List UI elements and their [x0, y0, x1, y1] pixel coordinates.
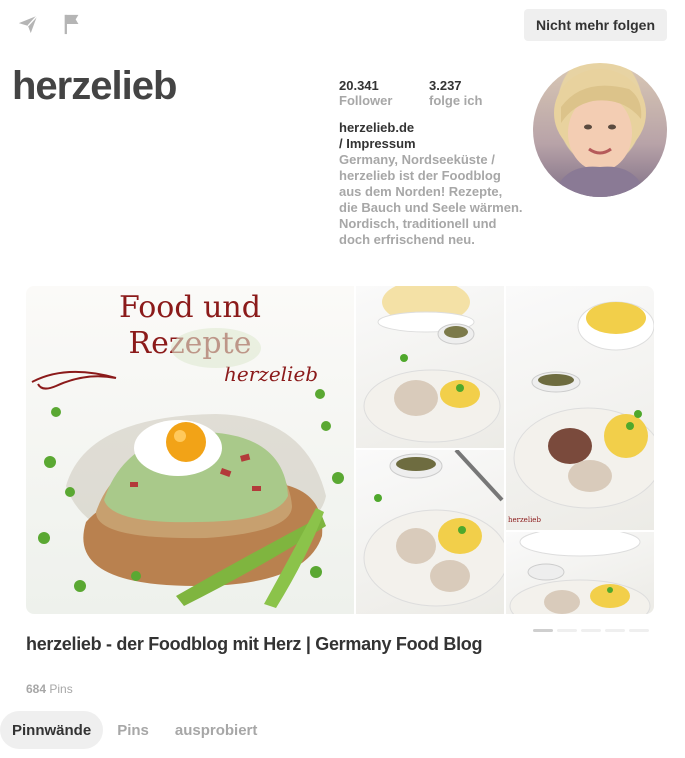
profile-bio: Germany, Nordseeküste / herzelieb ist de…	[339, 152, 523, 247]
cover-tile	[506, 532, 654, 614]
cover-column-1	[356, 286, 504, 614]
imprint-link[interactable]: / Impressum	[339, 136, 524, 152]
pager-dot[interactable]	[557, 629, 577, 632]
followers-stat[interactable]: 20.341 Follower	[339, 78, 429, 109]
profile-stats: 20.341 Follower 3.237 folge ich	[339, 78, 519, 109]
cover-column-2: herzelieb	[506, 286, 654, 614]
cover-tile	[356, 450, 504, 614]
pager-dot[interactable]	[533, 629, 553, 632]
tab-pins[interactable]: Pins	[105, 711, 161, 749]
following-stat[interactable]: 3.237 folge ich	[429, 78, 519, 109]
pager-dot[interactable]	[581, 629, 601, 632]
avatar[interactable]	[533, 63, 667, 197]
tab-pinnwaende[interactable]: Pinnwände	[0, 711, 104, 749]
cover-tile	[356, 286, 504, 448]
following-label: folge ich	[429, 93, 483, 108]
cover-pager	[533, 629, 649, 632]
followers-count: 20.341	[339, 78, 379, 93]
board-title[interactable]: herzelieb - der Foodblog mit Herz | Germ…	[26, 632, 486, 656]
flag-icon[interactable]	[60, 12, 84, 36]
send-icon[interactable]	[16, 12, 40, 36]
tile-watermark: herzelieb	[508, 516, 541, 524]
cover-main-image: Food und Rezepte herzelieb	[26, 286, 354, 614]
website-link[interactable]: herzelieb.de	[339, 120, 524, 136]
profile-about: herzelieb.de / Impressum Germany, Nordse…	[339, 120, 524, 248]
cover-food-illustration	[31, 328, 344, 608]
pin-count-label: Pins	[46, 682, 73, 696]
followers-label: Follower	[339, 93, 393, 108]
pager-dot[interactable]	[629, 629, 649, 632]
top-actions	[16, 12, 84, 36]
cover-tile: herzelieb	[506, 286, 654, 530]
pin-count-number: 684	[26, 682, 47, 696]
board-cover[interactable]: Food und Rezepte herzelieb	[26, 286, 654, 614]
following-count: 3.237	[429, 78, 462, 93]
unfollow-button[interactable]: Nicht mehr folgen	[523, 9, 667, 41]
profile-tabs: Pinnwände Pins ausprobiert	[0, 711, 271, 749]
tab-ausprobiert[interactable]: ausprobiert	[163, 711, 270, 749]
pin-count: 684 Pins	[26, 682, 73, 696]
pager-dot[interactable]	[605, 629, 625, 632]
profile-name: herzelieb	[12, 64, 177, 108]
